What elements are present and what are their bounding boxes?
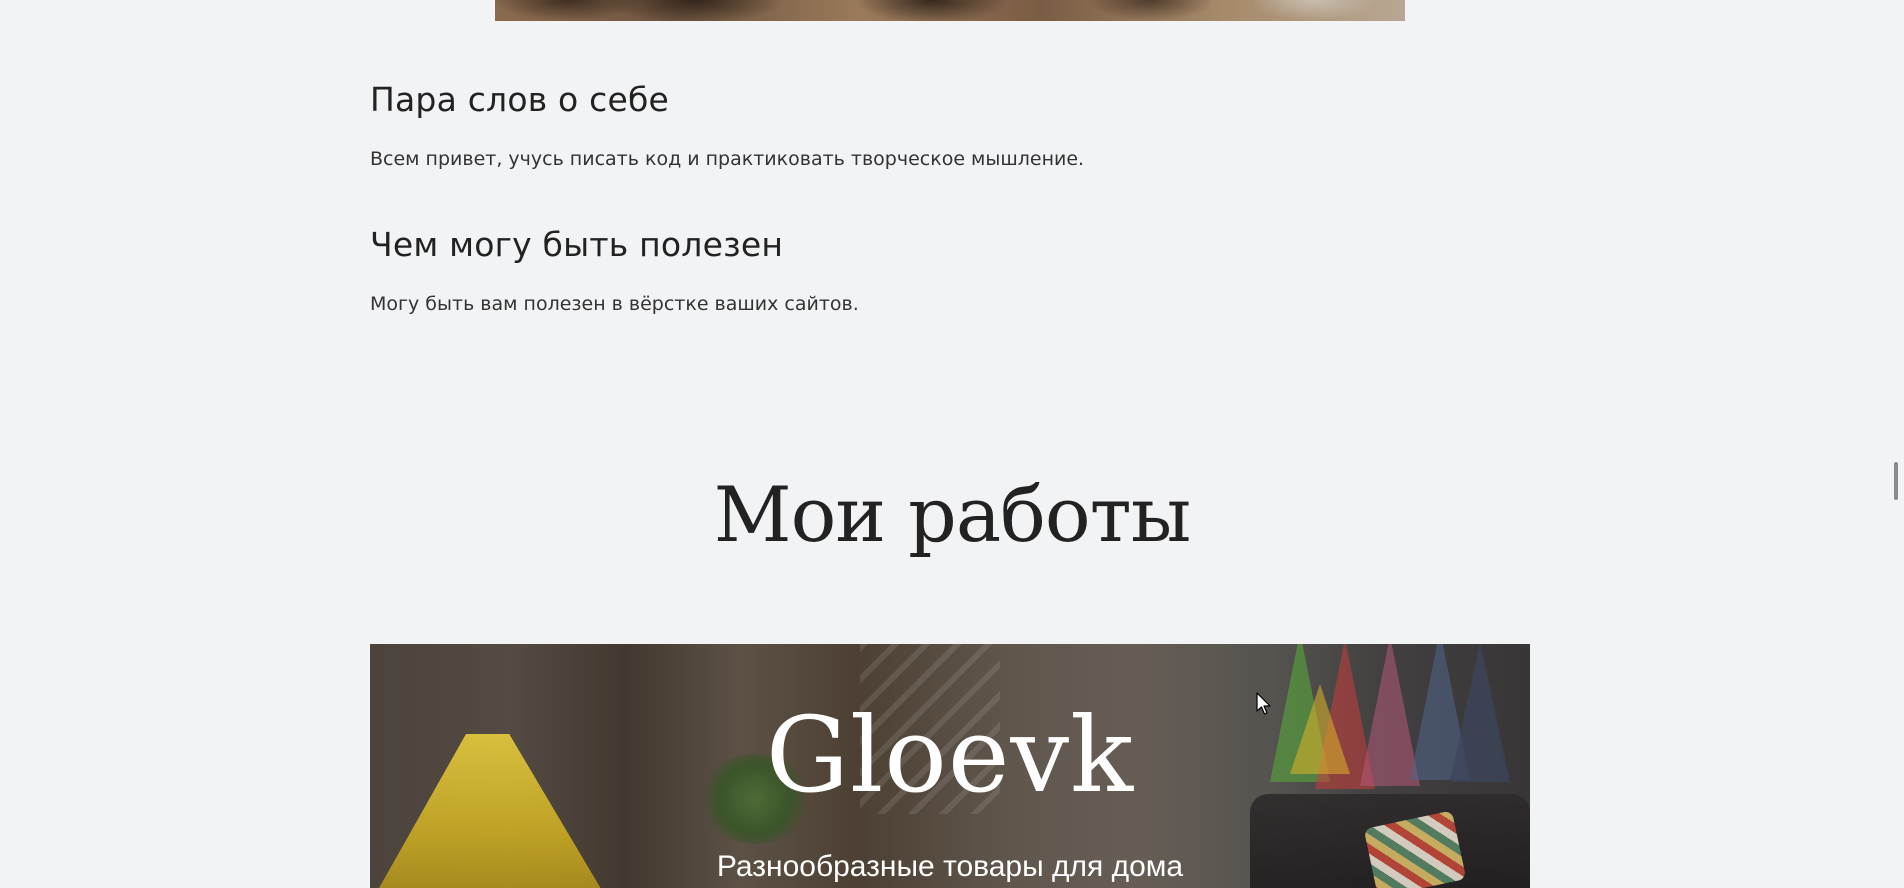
- works-title: Мои работы: [713, 470, 1191, 559]
- project-card-gloevk[interactable]: Gloevk Разнообразные товары для дома: [370, 644, 1530, 888]
- about-heading: Пара слов о себе: [370, 80, 670, 119]
- about-text: Всем привет, учусь писать код и практико…: [370, 148, 1085, 170]
- profile-photo: [495, 0, 1405, 21]
- scrollbar-thumb[interactable]: [1894, 462, 1898, 500]
- project-brand: Gloevk: [765, 694, 1135, 816]
- portfolio-page: Пара слов о себе Всем привет, учусь писа…: [0, 0, 1904, 888]
- page-scrollbar[interactable]: [1890, 0, 1904, 888]
- mouse-pointer-icon: [1256, 692, 1271, 715]
- project-tagline: Разнообразные товары для дома: [716, 850, 1184, 883]
- skills-heading: Чем могу быть полезен: [370, 225, 784, 264]
- skills-text: Могу быть вам полезен в вёрстке ваших са…: [370, 293, 859, 315]
